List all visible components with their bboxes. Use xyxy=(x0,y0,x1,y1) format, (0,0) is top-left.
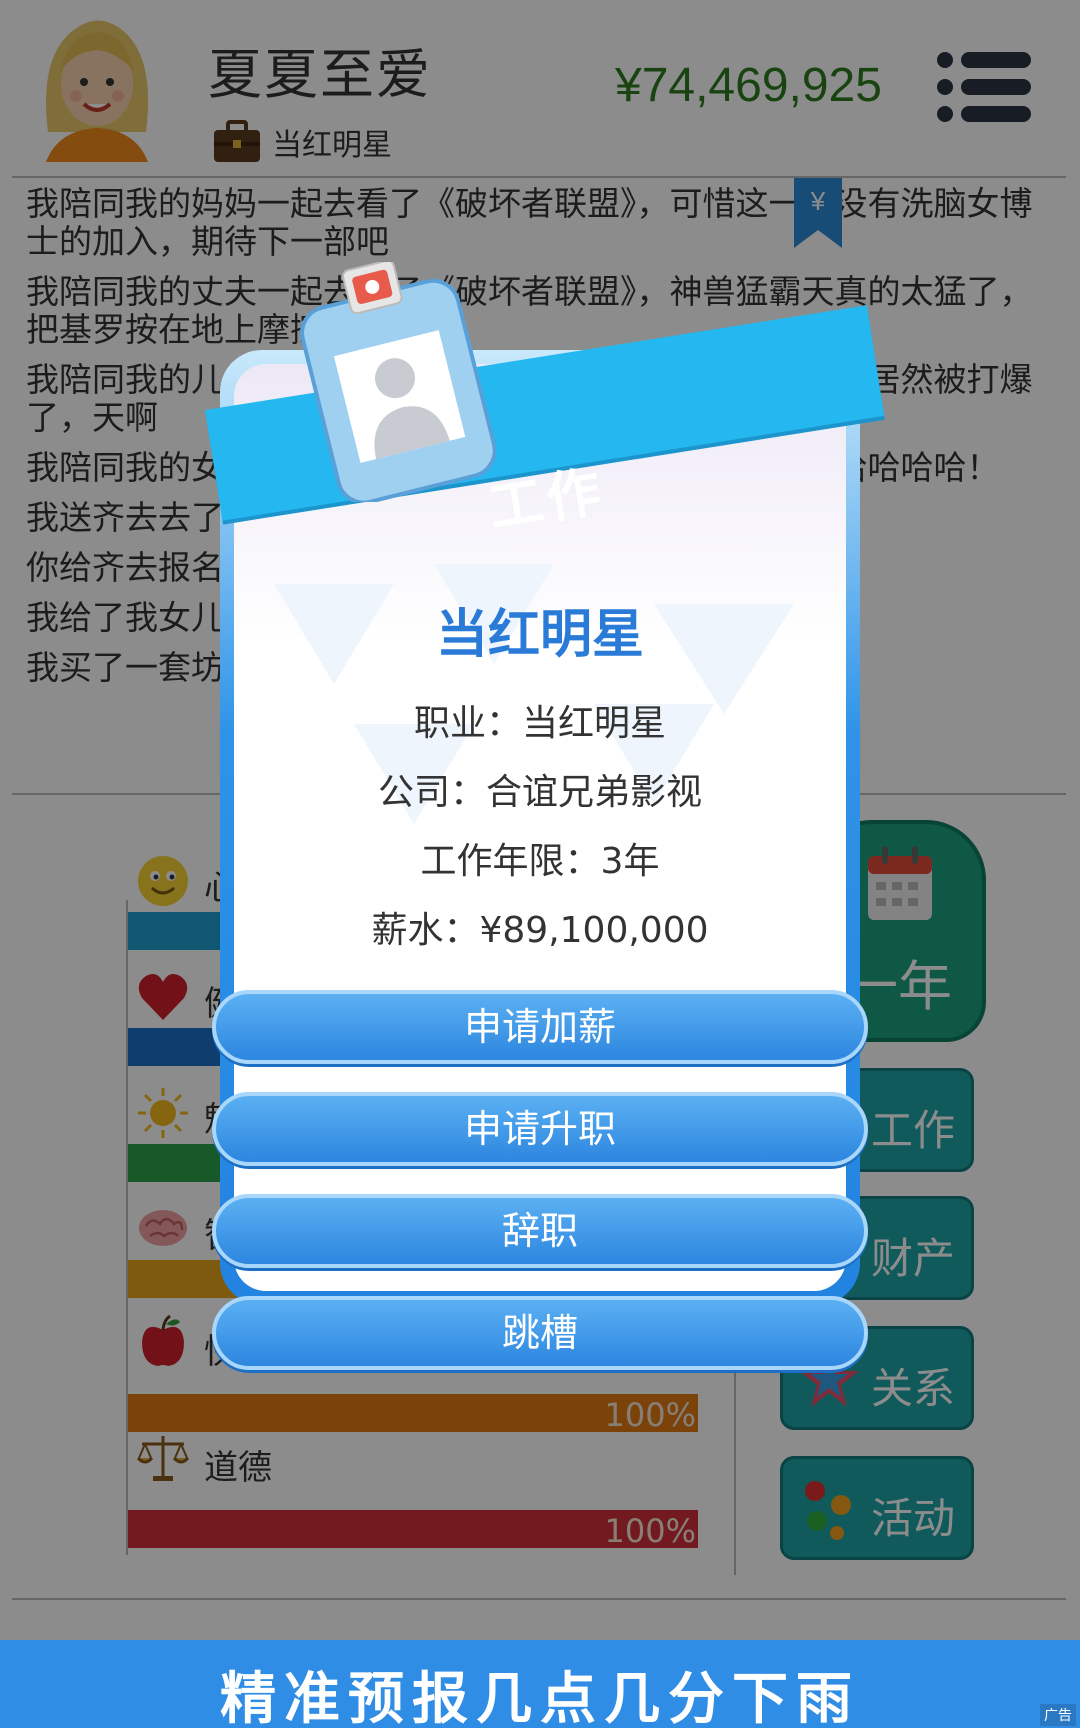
id-badge-icon xyxy=(300,262,496,502)
job-title: 当红明星 xyxy=(435,605,644,665)
request-promotion-button[interactable]: 申请升职 xyxy=(212,1092,868,1166)
ad-banner[interactable]: 精准预报几点几分下雨 广告 xyxy=(0,1640,1080,1732)
ad-tag: 广告 xyxy=(1040,1704,1076,1726)
years-text: 工作年限：3年 xyxy=(420,841,660,882)
company-text: 公司：合谊兄弟影视 xyxy=(377,772,702,813)
resign-button[interactable]: 辞职 xyxy=(212,1194,868,1268)
ad-text: 精准预报几点几分下雨 xyxy=(220,1667,860,1732)
change-job-button[interactable]: 跳槽 xyxy=(212,1296,868,1370)
occupation-text: 职业：当红明星 xyxy=(413,703,666,744)
request-raise-button[interactable]: 申请加薪 xyxy=(212,990,868,1064)
salary-text: 薪水：¥89,100,000 xyxy=(371,910,709,951)
